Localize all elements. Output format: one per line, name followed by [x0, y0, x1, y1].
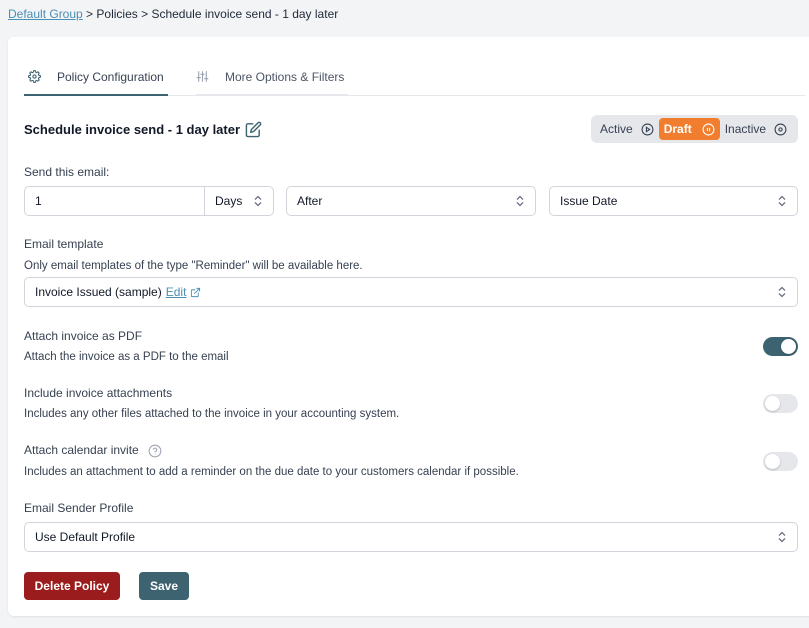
select-value: Use Default Profile	[35, 530, 136, 544]
sender-profile-select[interactable]: Use Default Profile	[24, 522, 798, 552]
chevron-up-down-icon	[777, 195, 787, 210]
policy-card: Policy Configuration More Options & Filt…	[8, 37, 809, 616]
calendar-invite-toggle[interactable]	[763, 452, 798, 471]
calendar-invite-label: Attach calendar invite	[24, 443, 162, 458]
breadcrumb-policies[interactable]: Policies	[96, 7, 137, 21]
policy-title: Schedule invoice send - 1 day later	[24, 121, 262, 138]
sliders-icon	[196, 70, 217, 83]
save-button[interactable]: Save	[139, 572, 189, 600]
select-value: After	[297, 194, 323, 208]
email-template-select[interactable]: Invoice Issued (sample) Edit	[24, 277, 798, 307]
invoice-attachments-toggle[interactable]	[763, 394, 798, 413]
status-label: Draft	[663, 122, 692, 136]
toggle-knob	[765, 396, 780, 411]
select-value: Invoice Issued (sample)	[35, 285, 162, 299]
send-unit-select[interactable]: Days	[204, 186, 274, 216]
status-draft-button[interactable]: Draft	[658, 118, 720, 140]
email-template-label: Email template	[24, 237, 104, 251]
attach-pdf-label: Attach invoice as PDF	[24, 329, 143, 343]
send-amount-field[interactable]	[24, 186, 205, 216]
edit-pencil-icon[interactable]	[245, 121, 262, 138]
status-active-button[interactable]: Active	[595, 118, 659, 140]
status-label: Active	[600, 122, 633, 136]
play-circle-icon	[637, 123, 654, 136]
calendar-invite-label-text: Attach calendar invite	[24, 443, 139, 457]
send-email-label: Send this email:	[24, 165, 110, 179]
breadcrumb-separator: >	[82, 7, 97, 21]
tab-label: Policy Configuration	[57, 69, 164, 84]
status-switcher: Active Draft Inactive	[591, 115, 798, 143]
toggle-knob	[781, 339, 796, 354]
attach-pdf-description: Attach the invoice as a PDF to the email	[24, 351, 229, 363]
toggle-knob	[765, 454, 780, 469]
attach-pdf-toggle[interactable]	[763, 337, 798, 356]
breadcrumb-separator: >	[137, 7, 152, 21]
breadcrumb-link-default-group[interactable]: Default Group	[8, 7, 83, 21]
stop-circle-icon	[770, 123, 787, 136]
select-value: Days	[215, 194, 243, 208]
email-template-description: Only email templates of the type "Remind…	[24, 260, 363, 272]
gear-icon	[28, 70, 49, 83]
breadcrumb-current: Schedule invoice send - 1 day later	[151, 7, 339, 21]
breadcrumb: Default Group > Policies > Schedule invo…	[8, 7, 338, 21]
calendar-invite-description: Includes an attachment to add a reminder…	[24, 466, 519, 478]
chevron-up-down-icon	[777, 286, 787, 301]
tab-label: More Options & Filters	[225, 69, 345, 84]
tab-policy-configuration[interactable]: Policy Configuration	[24, 59, 168, 96]
invoice-attachments-description: Includes any other files attached to the…	[24, 408, 400, 420]
send-reference-select[interactable]: Issue Date	[549, 186, 798, 216]
chevron-up-down-icon	[253, 195, 263, 210]
chevron-up-down-icon	[777, 531, 787, 546]
status-inactive-button[interactable]: Inactive	[720, 118, 792, 140]
invoice-attachments-label: Include invoice attachments	[24, 386, 173, 400]
status-label: Inactive	[724, 122, 767, 136]
edit-template-link[interactable]: Edit	[166, 285, 187, 299]
sender-profile-label: Email Sender Profile	[24, 501, 134, 515]
tab-bar: Policy Configuration More Options & Filt…	[24, 59, 805, 96]
delete-policy-button[interactable]: Delete Policy	[24, 572, 120, 600]
pause-circle-icon	[698, 123, 715, 136]
policy-title-text: Schedule invoice send - 1 day later	[24, 122, 241, 137]
external-link-icon[interactable]	[190, 287, 201, 298]
send-relation-select[interactable]: After	[286, 186, 536, 216]
select-value: Issue Date	[560, 194, 618, 208]
help-circle-icon[interactable]	[148, 444, 162, 458]
send-amount-input[interactable]	[35, 194, 204, 208]
chevron-up-down-icon	[515, 195, 525, 210]
tab-more-options-filters[interactable]: More Options & Filters	[196, 59, 348, 96]
